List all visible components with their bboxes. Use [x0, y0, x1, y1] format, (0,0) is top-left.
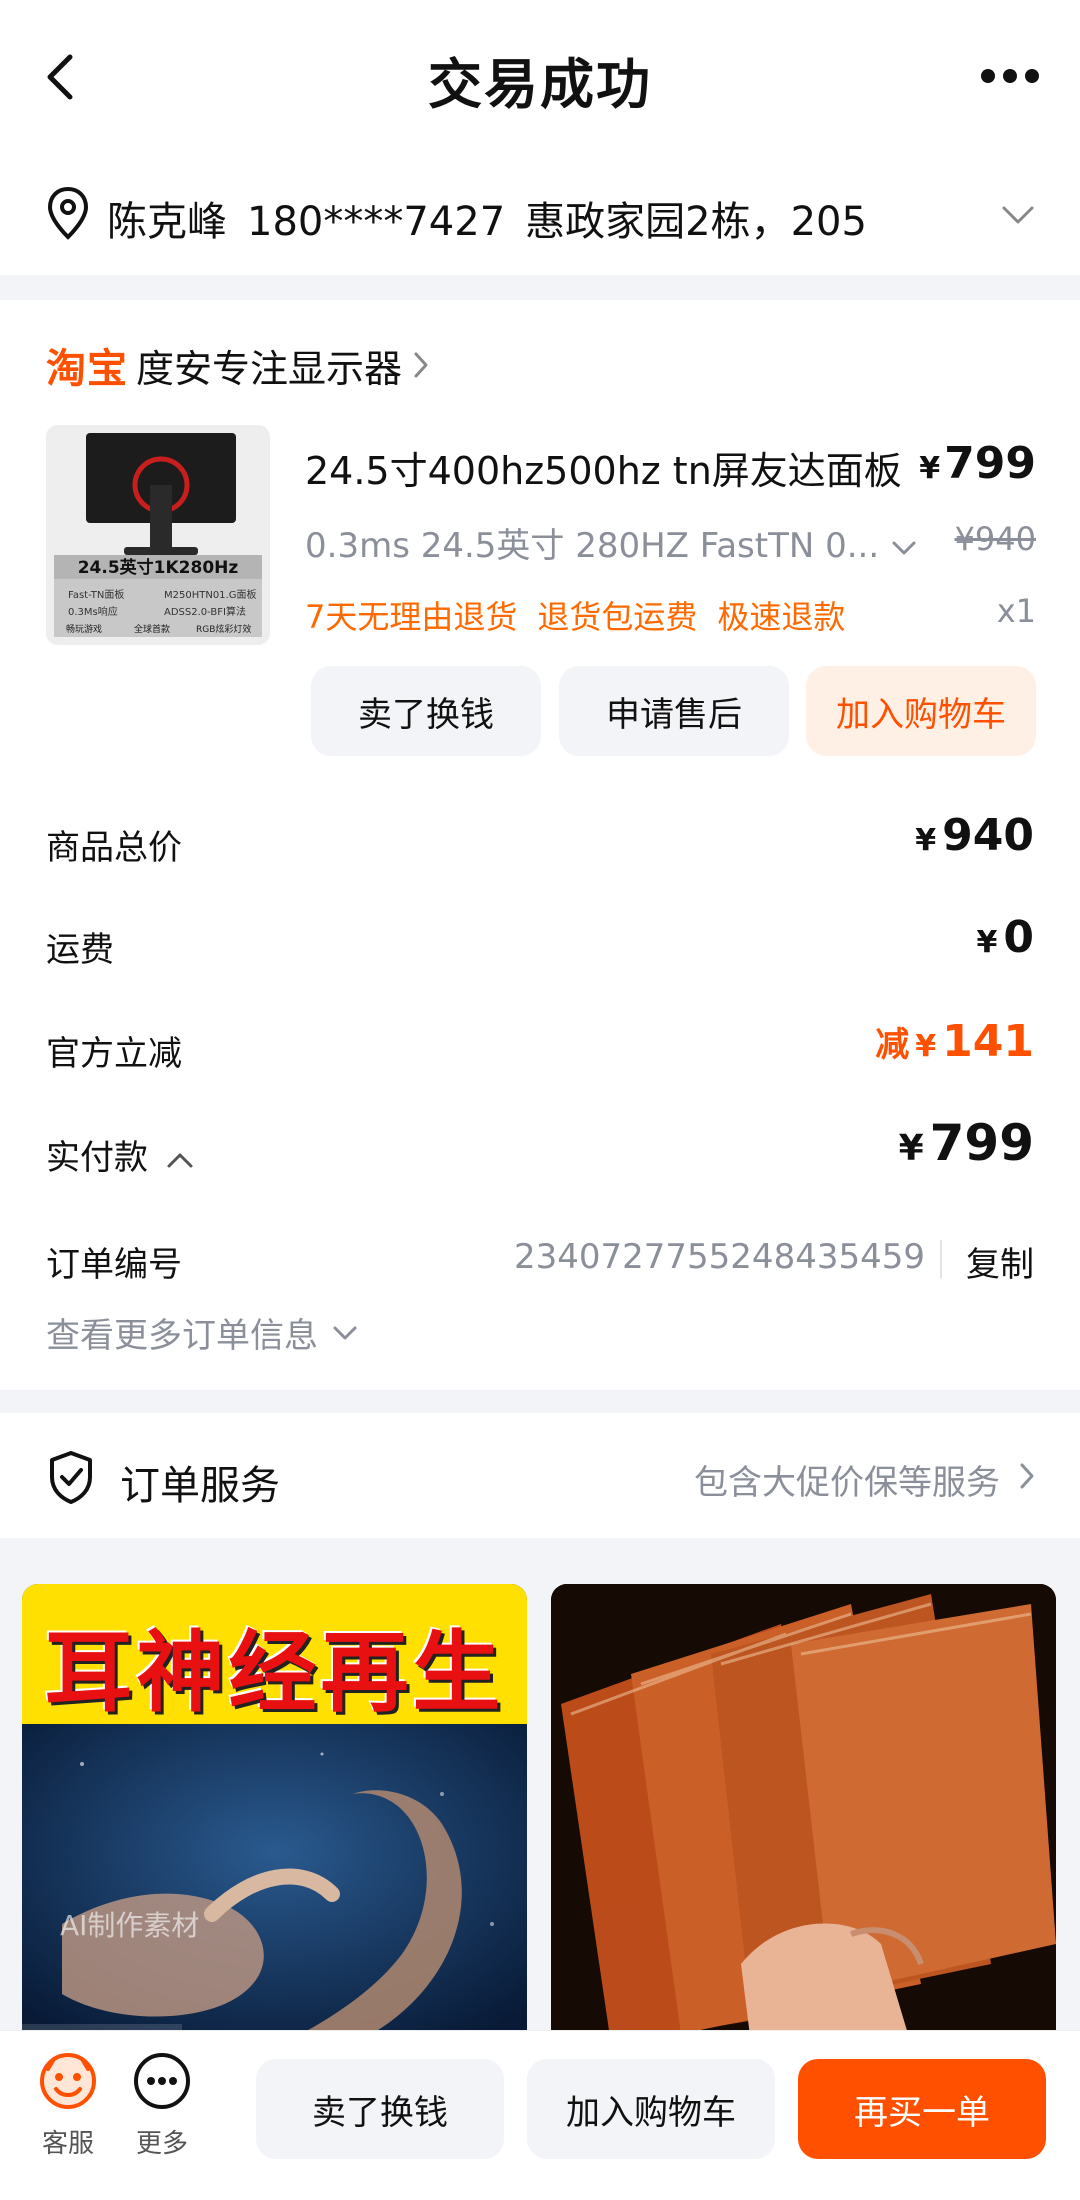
recommend-card-snack[interactable]: [551, 1584, 1056, 2044]
chevron-right-icon: [1020, 1463, 1034, 1489]
chevron-up-icon: [167, 1153, 193, 1167]
product-price: ¥799: [919, 438, 1036, 489]
address-detail: 惠政家园2栋，205: [525, 199, 867, 245]
subtotal-amount: 940: [942, 810, 1034, 861]
monitor-image: 24.5英寸1K280Hz Fast-TN面板 0.3Ms响应 M250HTN0…: [46, 425, 270, 645]
discount-amount: 141: [942, 1016, 1034, 1067]
discount-value: 减 ¥141: [875, 1016, 1034, 1067]
top-bar: 交易成功: [0, 0, 1080, 155]
copy-button[interactable]: 复制: [966, 1237, 1034, 1286]
thumb-spec: ADSS2.0-BFI算法: [164, 605, 246, 618]
after-sale-button[interactable]: 申请售后: [559, 666, 789, 756]
currency-symbol: ¥: [898, 1128, 924, 1169]
services-desc: 包含大促价保等服务: [694, 1463, 1000, 1503]
thumb-spec: Fast-TN面板: [68, 588, 124, 601]
thumb-spec: M250HTN01.G面板: [164, 588, 256, 601]
currency-symbol: ¥: [919, 451, 941, 486]
chevron-down-icon: [333, 1326, 357, 1339]
shield-check-icon: [50, 1451, 92, 1504]
product-spec[interactable]: 0.3ms 24.5英寸 280HZ FastTN 0...: [305, 518, 917, 567]
more-icon: [134, 2053, 190, 2109]
page-title: 交易成功: [428, 53, 652, 116]
services-title: 订单服务: [120, 1463, 280, 1509]
more-label: 更多: [135, 2129, 188, 2159]
price-value: 799: [944, 438, 1036, 489]
spec-text: 0.3ms 24.5英寸 280HZ FastTN 0...: [305, 526, 880, 566]
paid-amount: 799: [929, 1114, 1034, 1172]
order-number-label: 订单编号: [46, 1245, 182, 1285]
customer-service-icon: [40, 2053, 96, 2109]
shipping-label: 运费: [46, 930, 114, 970]
order-services[interactable]: 订单服务 包含大促价保等服务: [0, 1413, 1080, 1538]
chevron-down-icon: [892, 541, 916, 554]
thumb-spec: 0.3Ms响应: [68, 605, 118, 618]
recipient-name: 陈克峰: [107, 199, 227, 245]
shop-header[interactable]: 淘宝 度安专注显示器: [46, 340, 430, 392]
sell-button-bottom[interactable]: 卖了换钱: [256, 2059, 504, 2159]
currency-symbol: ¥: [915, 1029, 937, 1064]
customer-service-button[interactable]: 客服: [28, 2051, 108, 2160]
paid-label-text: 实付款: [46, 1138, 148, 1178]
add-to-cart-button[interactable]: 加入购物车: [806, 666, 1036, 756]
customer-service-label: 客服: [41, 2129, 94, 2159]
original-price: ¥940: [954, 520, 1036, 558]
service-tags: 7天无理由退货 退货包运费 极速退款: [305, 592, 865, 638]
currency-symbol: ¥: [976, 925, 998, 960]
ear-illustration: [22, 1724, 527, 2044]
more-button[interactable]: 更多: [122, 2051, 202, 2160]
thumb-tag: RGB炫彩灯效: [196, 623, 251, 635]
address-text: 陈克峰 180****7427 惠政家园2栋，205: [107, 189, 887, 247]
add-to-cart-button-bottom[interactable]: 加入购物车: [527, 2059, 775, 2159]
discount-label: 官方立减: [46, 1034, 182, 1074]
more-info-text: 查看更多订单信息: [46, 1316, 318, 1356]
thumb-title: 24.5英寸1K280Hz: [78, 557, 239, 578]
shipping-address[interactable]: 陈克峰 180****7427 惠政家园2栋，205: [0, 155, 1080, 275]
product-thumbnail[interactable]: 24.5英寸1K280Hz Fast-TN面板 0.3Ms响应 M250HTN0…: [46, 425, 270, 645]
tag-return: 7天无理由退货: [305, 598, 518, 636]
subtotal-label: 商品总价: [46, 828, 182, 868]
video-title: 耳神经再生: [44, 1621, 505, 1724]
order-card: 淘宝 度安专注显示器 24.5英寸1K280Hz Fast-TN面板 0.3Ms…: [0, 300, 1080, 1390]
snack-image: [551, 1584, 1056, 2044]
rebuy-button[interactable]: 再买一单: [798, 2059, 1046, 2159]
currency-symbol: ¥: [915, 823, 937, 858]
discount-prefix: 减: [875, 1025, 910, 1065]
shop-name: 度安专注显示器: [136, 346, 403, 391]
paid-value: ¥799: [899, 1114, 1034, 1172]
recipient-phone: 180****7427: [247, 199, 506, 245]
chevron-right-icon: [414, 352, 428, 378]
bottom-action-bar: 客服 更多 卖了换钱 加入购物车 再买一单: [0, 2030, 1080, 2200]
more-order-info-link[interactable]: 查看更多订单信息: [46, 1308, 358, 1357]
location-pin-icon: [47, 186, 89, 240]
subtotal-value: ¥940: [915, 810, 1034, 861]
product-title[interactable]: 24.5寸400hz500hz tn屏友达面板: [305, 440, 902, 495]
shipping-value: ¥0: [977, 912, 1035, 963]
order-detail-page: 交易成功 陈克峰 180****7427 惠政家园2栋，205 淘宝 度安专注显示器: [0, 0, 1080, 2200]
shipping-amount: 0: [1003, 912, 1034, 963]
divider: [940, 1240, 942, 1278]
thumb-tag: 全球首款: [134, 623, 170, 635]
product-quantity: x1: [996, 592, 1036, 630]
tag-shipping: 退货包运费: [537, 598, 698, 636]
order-number: 2340727755248435459: [513, 1237, 925, 1277]
more-options-icon[interactable]: [980, 68, 1040, 84]
sell-button[interactable]: 卖了换钱: [311, 666, 541, 756]
chevron-down-icon[interactable]: [1000, 203, 1036, 227]
thumb-tag: 畅玩游戏: [66, 623, 102, 635]
recommend-card-video[interactable]: 耳神经再生 AI制作素材: [22, 1584, 527, 2044]
taobao-logo: 淘宝: [46, 346, 128, 392]
paid-label[interactable]: 实付款: [46, 1130, 194, 1179]
ai-watermark: AI制作素材: [60, 1909, 200, 1942]
tag-refund: 极速退款: [717, 598, 846, 636]
